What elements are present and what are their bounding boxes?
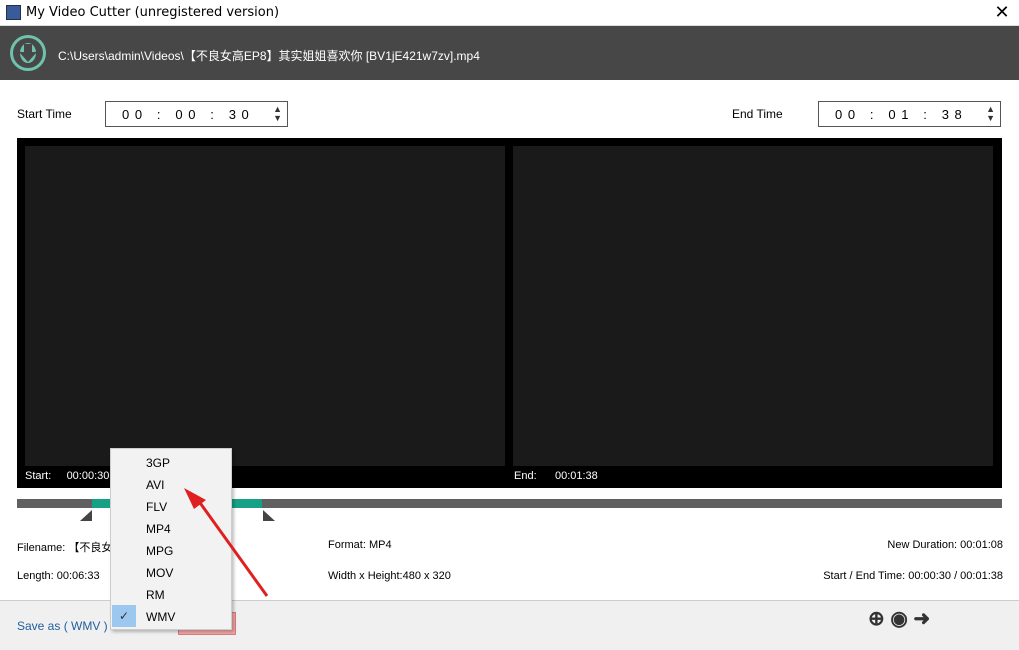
start-marker-handle[interactable] <box>80 510 92 521</box>
check-icon: ✓ <box>112 605 136 627</box>
menu-item-avi[interactable]: AVI <box>146 478 164 492</box>
save-as-dropdown[interactable]: Save as ( WMV ) <box>17 619 108 633</box>
end-frame-label: End: 00:01:38 <box>514 470 598 482</box>
video-preview-area: Start: 00:00:30 End: 00:01:38 <box>17 138 1002 488</box>
menu-item-rm[interactable]: RM <box>146 588 165 602</box>
file-path: C:\Users\admin\Videos\【不良女高EP8】其实姐姐喜欢你 [… <box>58 49 480 63</box>
start-time-label: Start Time <box>17 107 72 121</box>
start-frame-preview <box>25 146 505 466</box>
spin-arrows-icon[interactable]: ▲ ▼ <box>986 105 995 123</box>
file-header: C:\Users\admin\Videos\【不良女高EP8】其实姐姐喜欢你 [… <box>0 26 1019 80</box>
end-marker-handle[interactable] <box>263 510 275 521</box>
format-menu: ✓ 3GP AVI FLV MP4 MPG MOV RM WMV <box>110 448 232 630</box>
end-time-spinbox[interactable]: 0 0 : 0 1 : 3 8 ▲ ▼ <box>818 101 1001 127</box>
title-bar: My Video Cutter (unregistered version) ✕ <box>0 0 1019 26</box>
start-time-value: 0 0 : 0 0 : 3 0 <box>122 107 250 122</box>
window-title: My Video Cutter (unregistered version) <box>26 5 280 20</box>
menu-item-mpg[interactable]: MPG <box>146 544 173 558</box>
format-info: Format: MP4 <box>328 539 392 551</box>
download-circle-icon[interactable] <box>10 35 46 71</box>
close-button[interactable]: ✕ <box>990 2 1014 23</box>
end-frame-preview <box>513 146 993 466</box>
cutvideo-logo: ⊕ ◉ ➜ <box>868 608 931 630</box>
menu-item-mp4[interactable]: MP4 <box>146 522 171 536</box>
end-time-value: 0 0 : 0 1 : 3 8 <box>835 107 963 122</box>
length-info: Length: 00:06:33 <box>17 570 100 582</box>
start-end-info: Start / End Time: 00:00:30 / 00:01:38 <box>823 570 1003 582</box>
menu-item-flv[interactable]: FLV <box>146 500 167 514</box>
spin-arrows-icon[interactable]: ▲ ▼ <box>273 105 282 123</box>
dimensions-info: Width x Height:480 x 320 <box>328 570 451 582</box>
menu-item-mov[interactable]: MOV <box>146 566 173 580</box>
menu-item-wmv[interactable]: WMV <box>146 610 175 624</box>
app-icon <box>6 5 21 20</box>
menu-item-3gp[interactable]: 3GP <box>146 456 170 470</box>
start-time-spinbox[interactable]: 0 0 : 0 0 : 3 0 ▲ ▼ <box>105 101 288 127</box>
end-time-label: End Time <box>732 107 783 121</box>
new-duration-info: New Duration: 00:01:08 <box>887 539 1003 551</box>
start-frame-label: Start: 00:00:30 <box>25 470 110 482</box>
